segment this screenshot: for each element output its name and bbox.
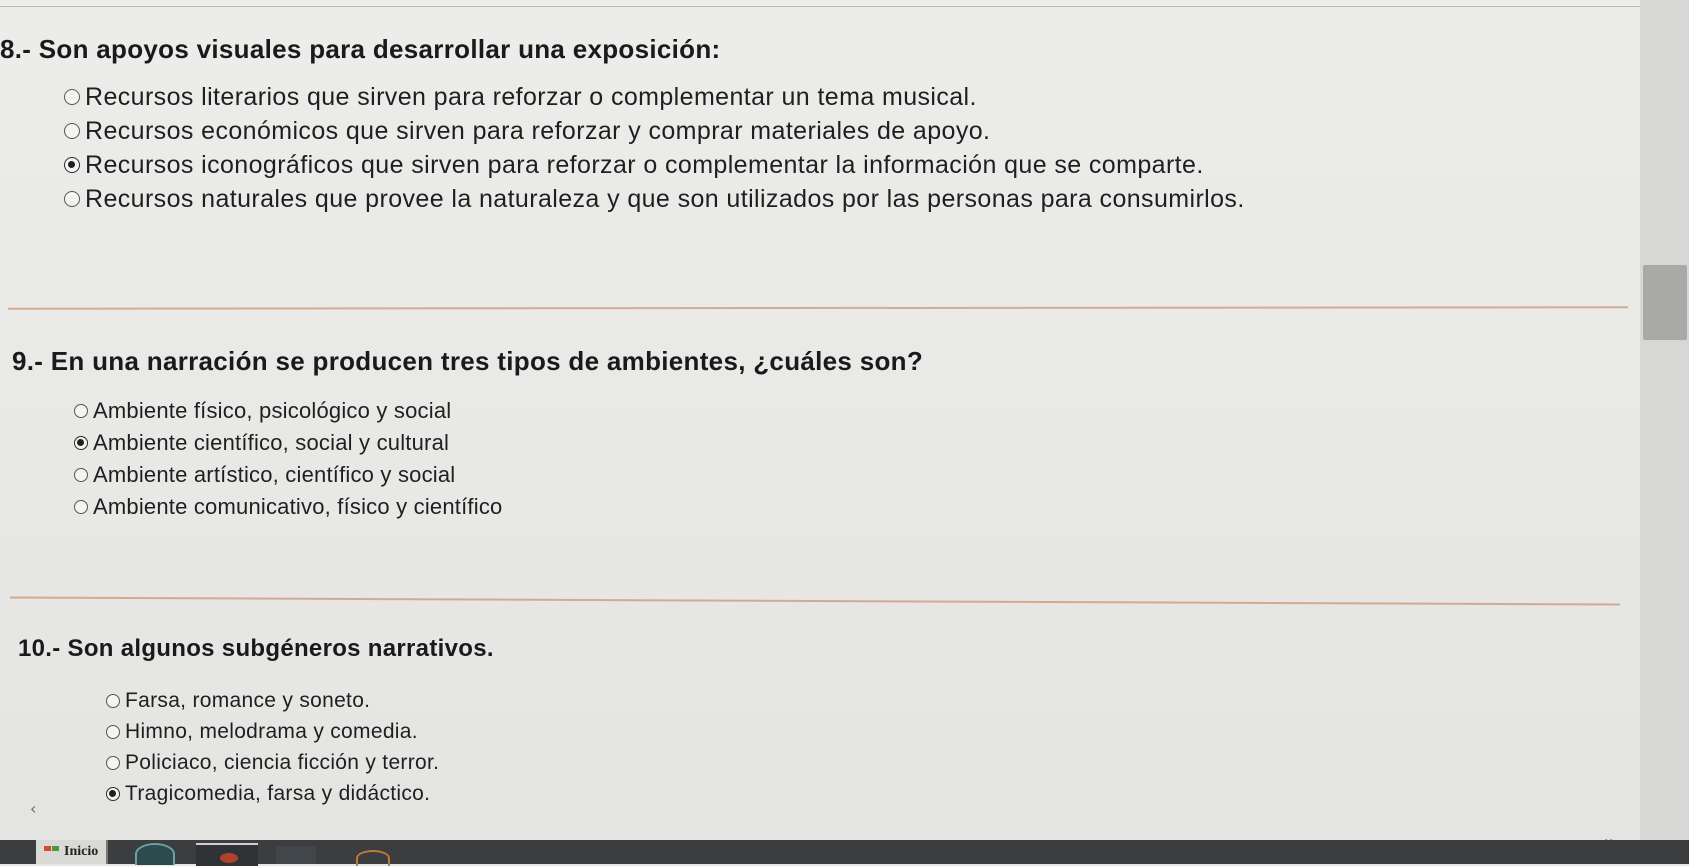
radio-button[interactable] [74, 436, 88, 450]
app-icon[interactable] [196, 843, 258, 866]
radio-button[interactable] [106, 786, 120, 801]
radio-button[interactable] [106, 693, 120, 708]
question-8-option-3[interactable]: Recursos iconográficos que sirven para r… [64, 148, 1245, 182]
question-10-options: Farsa, romance y soneto. Himno, melodram… [106, 685, 439, 809]
option-label: Recursos naturales que provee la natural… [85, 184, 1245, 213]
radio-button[interactable] [74, 404, 88, 418]
scrollbar-thumb[interactable] [1643, 265, 1687, 340]
question-divider [7, 306, 1629, 310]
question-10-title: 10.- Son algunos subgéneros narrativos. [18, 635, 494, 662]
radio-button[interactable] [106, 755, 120, 770]
question-10-option-2[interactable]: Himno, melodrama y comedia. [106, 716, 439, 747]
radio-button[interactable] [74, 500, 88, 514]
option-label: Policiaco, ciencia ficción y terror. [125, 750, 440, 774]
question-9-option-1[interactable]: Ambiente físico, psicológico y social [74, 395, 502, 427]
radio-button[interactable] [64, 89, 80, 105]
question-10-option-4[interactable]: Tragicomedia, farsa y didáctico. [106, 778, 439, 809]
question-9-option-3[interactable]: Ambiente artístico, científico y social [74, 459, 502, 491]
vertical-scrollbar[interactable] [1640, 0, 1689, 840]
question-8-title: 8.- Son apoyos visuales para desarrollar… [0, 34, 721, 64]
option-label: Ambiente artístico, científico y social [93, 462, 456, 487]
option-label: Recursos económicos que sirven para refo… [85, 116, 991, 145]
question-8-option-1[interactable]: Recursos literarios que sirven para refo… [64, 80, 1245, 114]
start-icon [44, 846, 60, 858]
scroll-left-icon[interactable]: ‹ [30, 799, 36, 818]
top-divider [0, 6, 1640, 7]
question-9-option-4[interactable]: Ambiente comunicativo, físico y científi… [74, 491, 502, 523]
question-10-option-3[interactable]: Policiaco, ciencia ficción y terror. [106, 747, 439, 778]
radio-button[interactable] [106, 724, 120, 739]
question-9-option-2[interactable]: Ambiente científico, social y cultural [74, 427, 502, 459]
question-9-title: 9.- En una narración se producen tres ti… [12, 346, 924, 376]
question-10-option-1[interactable]: Farsa, romance y soneto. [106, 685, 439, 716]
start-button[interactable]: Inicio [36, 840, 109, 864]
option-label: Ambiente físico, psicológico y social [93, 398, 452, 423]
question-8-option-2[interactable]: Recursos económicos que sirven para refo… [64, 114, 1245, 148]
question-8-option-4[interactable]: Recursos naturales que provee la natural… [64, 182, 1245, 216]
option-label: Ambiente comunicativo, físico y científi… [93, 494, 503, 519]
option-label: Farsa, romance y soneto. [125, 688, 371, 712]
start-label: Inicio [64, 844, 99, 859]
app-icon[interactable] [135, 843, 175, 865]
app-icon[interactable] [276, 846, 316, 864]
option-label: Himno, melodrama y comedia. [125, 719, 418, 743]
radio-button[interactable] [64, 191, 80, 207]
radio-button[interactable] [64, 157, 80, 173]
option-label: Ambiente científico, social y cultural [93, 430, 450, 455]
quiz-page: 8.- Son apoyos visuales para desarrollar… [0, 0, 1640, 840]
option-label: Recursos literarios que sirven para refo… [85, 82, 977, 111]
question-9-options: Ambiente físico, psicológico y social Am… [74, 395, 502, 523]
option-label: Tragicomedia, farsa y didáctico. [125, 781, 431, 805]
question-divider [10, 596, 1620, 606]
radio-button[interactable] [74, 468, 88, 482]
radio-button[interactable] [64, 123, 80, 139]
option-label: Recursos iconográficos que sirven para r… [85, 150, 1204, 179]
question-8-options: Recursos literarios que sirven para refo… [64, 80, 1245, 216]
